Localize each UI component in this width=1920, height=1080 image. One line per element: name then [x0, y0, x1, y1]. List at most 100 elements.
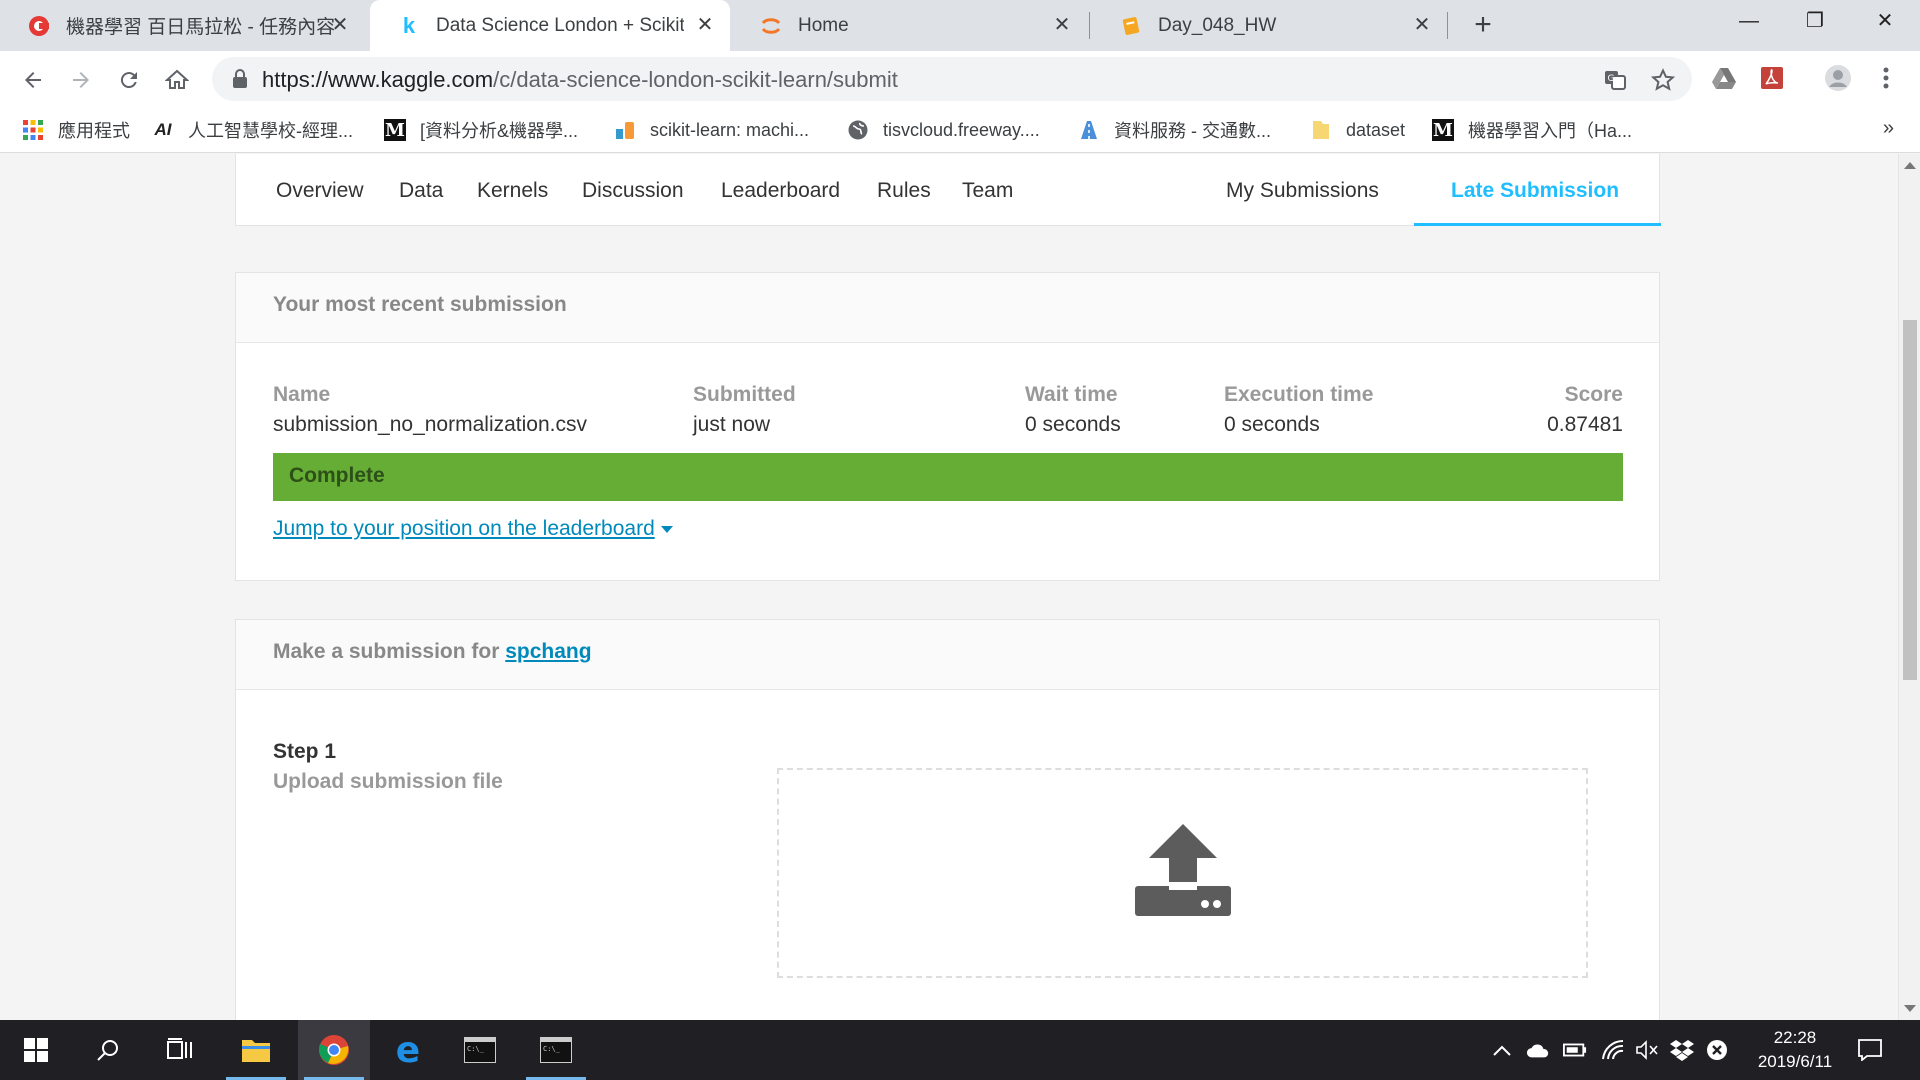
bookmark-medium-analysis[interactable]: M [資料分析&機器學...	[384, 115, 578, 145]
bookmark-label: 機器學習入門（Ha...	[1468, 121, 1633, 141]
forward-button[interactable]	[66, 65, 96, 95]
tab-my-submissions[interactable]: My Submissions	[1226, 179, 1379, 203]
file-explorer-taskbar[interactable]	[220, 1020, 292, 1080]
tab-separator	[1447, 12, 1448, 39]
search-icon	[97, 1040, 118, 1061]
task-view-button[interactable]	[144, 1020, 216, 1080]
reload-button[interactable]	[114, 65, 144, 95]
scrollbar-thumb[interactable]	[1903, 320, 1917, 680]
medium-icon: M	[384, 119, 406, 141]
command-prompt-taskbar-2[interactable]: C:\_	[520, 1020, 592, 1080]
profile-avatar-icon[interactable]	[1823, 63, 1853, 93]
folder-icon	[242, 1040, 270, 1062]
action-center-icon[interactable]	[1858, 1038, 1882, 1062]
restore-button[interactable]: ❐	[1782, 0, 1848, 42]
edge-taskbar[interactable]: e	[372, 1020, 444, 1080]
chrome-taskbar[interactable]	[298, 1020, 370, 1080]
scroll-up-icon[interactable]	[1904, 162, 1916, 169]
new-tab-button[interactable]: +	[1466, 9, 1500, 43]
wait-time-label: Wait time	[1025, 383, 1118, 406]
search-button[interactable]	[72, 1020, 144, 1080]
tab-title: Day_048_HW	[1158, 14, 1277, 36]
bookmark-traffic-data[interactable]: 資料服務 - 交通數...	[1078, 115, 1271, 145]
menu-kebab-icon[interactable]	[1871, 63, 1901, 93]
tab-title: Data Science London + Scikit-l	[436, 14, 684, 36]
tab-leaderboard[interactable]: Leaderboard	[721, 179, 840, 203]
scikit-icon	[614, 119, 636, 141]
bookmark-label: [資料分析&機器學...	[420, 121, 579, 141]
bookmark-ai-school[interactable]: AI 人工智慧學校-經理...	[152, 115, 354, 145]
google-drive-icon[interactable]	[1709, 63, 1739, 93]
tab-late-submission[interactable]: Late Submission	[1451, 179, 1619, 203]
clock-time: 22:28	[1773, 1028, 1817, 1047]
close-tab-icon[interactable]: ✕	[1051, 14, 1073, 36]
dropbox-icon[interactable]	[1670, 1038, 1694, 1062]
start-button[interactable]	[0, 1020, 72, 1080]
tab-kaggle[interactable]: k Data Science London + Scikit-l ✕	[370, 0, 730, 51]
minimize-button[interactable]: —	[1716, 0, 1782, 42]
notification-error-icon[interactable]	[1705, 1038, 1729, 1062]
back-button[interactable]	[18, 65, 48, 95]
bookmark-apps[interactable]: 應用程式	[22, 115, 130, 145]
jump-link-text: Jump to your position on the leaderboard	[273, 517, 655, 540]
bookmark-tisvcloud[interactable]: tisvcloud.freeway....	[847, 115, 1040, 145]
tab-cupoy[interactable]: 機器學習 百日馬拉松 - 任務內容 ✕	[0, 0, 365, 51]
svg-text:G: G	[1608, 74, 1615, 84]
terminal-icon: C:\_	[464, 1037, 496, 1063]
card-header: Your most recent submission	[236, 273, 1659, 343]
cupoy-icon	[28, 15, 50, 37]
file-upload-dropzone[interactable]	[777, 768, 1588, 978]
tab-data[interactable]: Data	[399, 179, 443, 203]
chrome-icon	[319, 1035, 349, 1065]
page-scrollbar[interactable]	[1898, 154, 1920, 1020]
battery-icon[interactable]	[1563, 1038, 1587, 1062]
tab-title: Home	[798, 14, 849, 36]
bookmark-scikit-learn[interactable]: scikit-learn: machi...	[614, 115, 809, 145]
submission-filename: submission_no_normalization.csv	[273, 413, 587, 436]
lock-icon	[232, 69, 248, 94]
status-text: Complete	[289, 464, 385, 487]
bookmark-label: scikit-learn: machi...	[650, 119, 810, 140]
bookmark-label: dataset	[1346, 119, 1406, 140]
pdf-extension-icon[interactable]	[1757, 63, 1787, 93]
jump-to-leaderboard-link[interactable]: Jump to your position on the leaderboard	[273, 517, 673, 541]
tab-kernels[interactable]: Kernels	[477, 179, 548, 203]
tab-overview[interactable]: Overview	[276, 179, 364, 203]
close-tab-icon[interactable]: ✕	[694, 14, 716, 36]
recent-submission-card: Your most recent submission Name submiss…	[235, 272, 1660, 581]
tab-rules[interactable]: Rules	[877, 179, 931, 203]
bookmarks-overflow-button[interactable]: »	[1883, 117, 1894, 140]
bookmark-star-icon[interactable]	[1650, 67, 1676, 93]
close-window-button[interactable]: ✕	[1852, 0, 1918, 42]
tab-jupyter-home[interactable]: Home ✕	[732, 0, 1087, 51]
ai-school-icon: AI	[154, 120, 172, 139]
onedrive-icon[interactable]	[1526, 1038, 1550, 1062]
clock-date: 2019/6/11	[1757, 1052, 1833, 1071]
score-label: Score	[1564, 383, 1623, 406]
address-bar[interactable]: https://www.kaggle.com/c/data-science-lo…	[212, 57, 1692, 101]
volume-muted-icon[interactable]	[1635, 1038, 1659, 1062]
show-hidden-icons-icon[interactable]	[1490, 1038, 1514, 1062]
bookmark-medium-ml-intro[interactable]: M 機器學習入門（Ha...	[1432, 115, 1632, 145]
system-clock[interactable]: 22:28 2019/6/11	[1740, 1026, 1850, 1074]
svg-text:C:\_: C:\_	[467, 1045, 485, 1053]
step-title: Step 1	[273, 740, 337, 763]
name-label: Name	[273, 383, 331, 406]
make-submission-heading: Make a submission for spchang	[273, 640, 592, 664]
home-button[interactable]	[162, 65, 192, 95]
tab-discussion[interactable]: Discussion	[582, 179, 684, 203]
tab-team[interactable]: Team	[962, 179, 1013, 203]
active-tab-underline	[1414, 223, 1661, 226]
card-header: Make a submission for spchang	[236, 620, 1659, 690]
task-view-icon	[167, 1038, 192, 1059]
bookmarks-bar: 應用程式 AI 人工智慧學校-經理... M [資料分析&機器學... scik…	[0, 107, 1920, 153]
close-tab-icon[interactable]: ✕	[1411, 14, 1433, 36]
close-tab-icon[interactable]: ✕	[329, 14, 351, 36]
tab-day048[interactable]: Day_048_HW ✕	[1092, 0, 1447, 51]
wifi-icon[interactable]	[1601, 1038, 1625, 1062]
user-link[interactable]: spchang	[505, 640, 591, 663]
command-prompt-taskbar[interactable]: C:\_	[444, 1020, 516, 1080]
translate-icon[interactable]: G	[1602, 67, 1628, 93]
bookmark-dataset-folder[interactable]: dataset	[1310, 115, 1405, 145]
scroll-down-icon[interactable]	[1904, 1005, 1916, 1012]
